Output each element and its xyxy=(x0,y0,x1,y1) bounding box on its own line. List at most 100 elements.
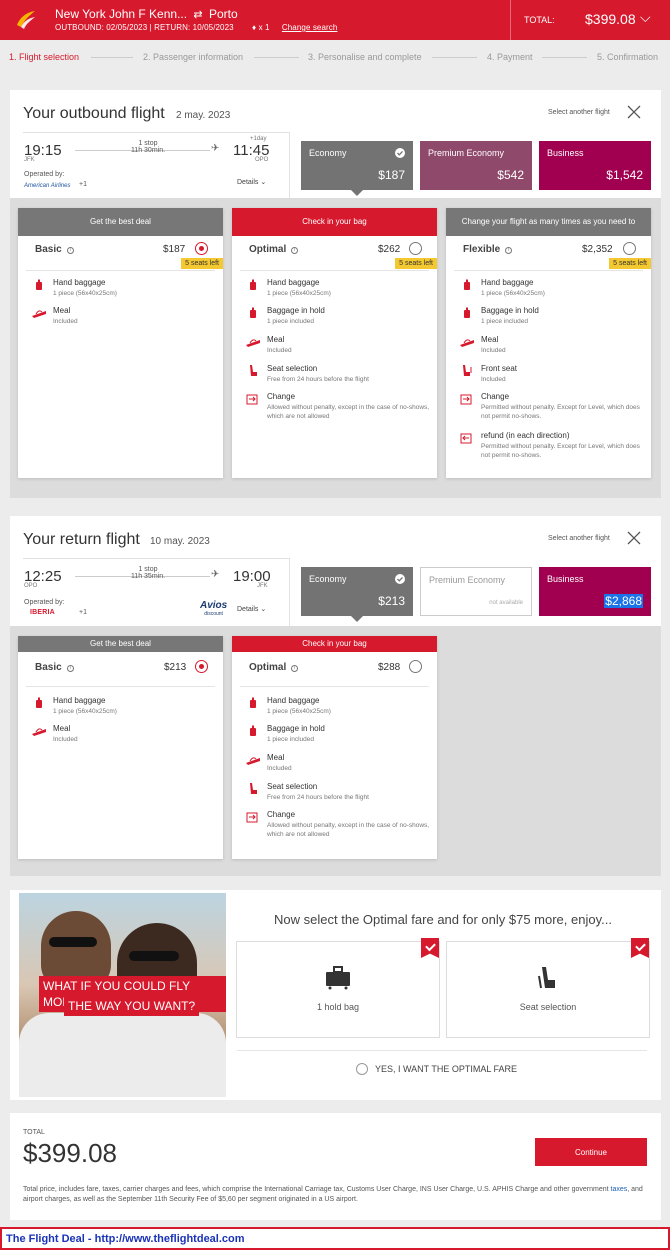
passenger-icon: ♦ xyxy=(252,23,257,32)
change-icon xyxy=(246,394,258,405)
chevron-down-icon: ⌄ xyxy=(260,606,267,613)
feature-desc: 1 piece included xyxy=(267,318,314,325)
continue-button[interactable]: Continue xyxy=(535,1138,647,1166)
refund-icon xyxy=(460,433,472,444)
american-airlines-logo: American Airlines xyxy=(24,183,71,189)
arrival-airport: JFK xyxy=(257,583,268,589)
info-icon[interactable]: i xyxy=(505,247,513,254)
disclaimer-text: Total price, includes fare, taxes, carri… xyxy=(23,1186,611,1193)
cabin-economy[interactable]: Economy $213 xyxy=(301,567,413,616)
fare-name-label: Optimal xyxy=(249,244,287,255)
fare-header: Change your flight as many times as you … xyxy=(446,208,651,236)
route-dates: OUTBOUND: 02/05/2023 | RETURN: 10/05/202… xyxy=(55,23,338,32)
meal-icon xyxy=(32,310,46,318)
stops-info: 1 stop 11h 30min. xyxy=(113,140,183,154)
feature-desc: Included xyxy=(481,376,506,383)
fare-radio[interactable] xyxy=(195,242,208,255)
hold-baggage-icon xyxy=(250,725,256,736)
return-date-label: 10 may. 2023 xyxy=(150,536,210,547)
feature-desc: 1 piece (56x40x25cm) xyxy=(53,290,117,297)
total-label: TOTAL xyxy=(23,1129,45,1136)
route-summary: New York John F Kenn... ⇄ Porto xyxy=(55,7,238,21)
price-disclaimer: Total price, includes fare, taxes, carri… xyxy=(23,1185,643,1205)
step-flight-selection: 1. Flight selection xyxy=(9,52,80,62)
cabin-price: $1,542 xyxy=(606,168,643,182)
divider xyxy=(26,686,215,687)
step-confirmation: 5. Confirmation xyxy=(597,52,659,62)
info-icon[interactable]: i xyxy=(291,247,299,254)
info-icon[interactable]: i xyxy=(291,665,299,672)
hold-baggage-icon xyxy=(464,307,470,318)
feature-desc: Allowed without penalty, except in the c… xyxy=(267,404,430,420)
select-another-flight-link[interactable]: Select another flight xyxy=(548,535,610,542)
plus-airlines: +1 xyxy=(79,181,87,188)
fare-header: Check in your bag xyxy=(232,208,437,236)
details-toggle[interactable]: Details ⌄ xyxy=(237,605,266,613)
fare-radio[interactable] xyxy=(409,660,422,673)
select-another-flight-link[interactable]: Select another flight xyxy=(548,109,610,116)
cabin-economy[interactable]: Economy $187 xyxy=(301,141,413,190)
arrival-airport: OPO xyxy=(255,157,269,163)
cabin-business[interactable]: Business $2,868 xyxy=(539,567,651,616)
cabin-business[interactable]: Business $1,542 xyxy=(539,141,651,190)
fare-card-basic[interactable]: Get the best deal Basic i $187 5 seats le… xyxy=(18,208,223,478)
hand-baggage-icon xyxy=(250,697,256,708)
cabin-premium-economy: Premium Economy not available xyxy=(420,567,532,616)
return-flight-panel: Your return flight 10 may. 2023 Select a… xyxy=(10,516,661,626)
plus-airlines: +1 xyxy=(79,609,87,616)
return-fare-options: Get the best deal Basic i $213 Hand bagga… xyxy=(10,626,661,876)
seats-left-badge: 5 seats left xyxy=(181,258,223,269)
fare-radio[interactable] xyxy=(409,242,422,255)
divider xyxy=(237,1050,647,1051)
hold-baggage-icon xyxy=(250,307,256,318)
meal-icon xyxy=(246,757,260,765)
change-search-link[interactable]: Change search xyxy=(282,23,338,32)
optimal-fare-radio[interactable] xyxy=(356,1063,368,1075)
close-icon[interactable] xyxy=(627,531,641,545)
plane-icon: ✈ xyxy=(211,569,220,580)
front-seat-icon xyxy=(463,365,472,376)
feature-desc: Free from 24 hours before the flight xyxy=(267,794,369,801)
step-divider xyxy=(432,57,477,58)
fare-card-optimal[interactable]: Check in your bag Optimal i $288 Hand bag… xyxy=(232,636,437,859)
taxes-link[interactable]: taxes xyxy=(611,1186,628,1193)
feature-title: Meal xyxy=(267,335,285,344)
fare-name-label: Basic xyxy=(35,244,62,255)
info-icon[interactable]: i xyxy=(66,247,74,254)
not-available-label: not available xyxy=(489,600,523,606)
seat-icon xyxy=(538,967,555,989)
info-icon[interactable]: i xyxy=(66,665,74,672)
feature-desc: Allowed without penalty, except in the c… xyxy=(267,822,430,838)
feature-title: Baggage in hold xyxy=(267,724,325,733)
optimal-fare-option-label[interactable]: YES, I WANT THE OPTIMAL FARE xyxy=(375,1064,517,1074)
fare-name-label: Flexible xyxy=(463,244,501,255)
divider xyxy=(240,686,429,687)
feature-title: Change xyxy=(481,392,510,401)
feature-title: Hand baggage xyxy=(267,696,320,705)
change-icon xyxy=(460,394,472,405)
fare-card-optimal[interactable]: Check in your bag Optimal i $262 5 seats … xyxy=(232,208,437,478)
return-date: RETURN: 10/05/2023 xyxy=(154,23,234,32)
fare-card-flexible[interactable]: Change your flight as many times as you … xyxy=(446,208,651,478)
feature-desc: Permitted without penalty. Except for Le… xyxy=(481,443,640,459)
hand-baggage-icon xyxy=(250,279,256,290)
cabin-premium-economy[interactable]: Premium Economy $542 xyxy=(420,141,532,190)
fare-radio[interactable] xyxy=(195,660,208,673)
promo-title: Now select the Optimal fare and for only… xyxy=(274,912,612,927)
selected-pointer xyxy=(351,190,363,196)
feature-desc: 1 piece (56x40x25cm) xyxy=(267,708,331,715)
fare-card-basic[interactable]: Get the best deal Basic i $213 Hand bagga… xyxy=(18,636,223,859)
details-toggle[interactable]: Details ⌄ xyxy=(237,178,266,186)
meal-icon xyxy=(32,728,46,736)
feature-title: refund (in each direction) xyxy=(481,431,570,440)
promo-photo-detail xyxy=(129,951,179,961)
feature-desc: Permitted without penalty. Except for Le… xyxy=(481,404,640,420)
plane-icon: ✈ xyxy=(211,143,220,154)
close-icon[interactable] xyxy=(627,105,641,119)
feature-desc: 1 piece (56x40x25cm) xyxy=(267,290,331,297)
fare-price: $288 xyxy=(378,662,401,673)
seats-left-badge: 5 seats left xyxy=(609,258,651,269)
fare-radio[interactable] xyxy=(623,242,636,255)
chevron-down-icon[interactable]: ⌵ xyxy=(640,9,651,26)
departure-airport: JFK xyxy=(24,157,35,163)
